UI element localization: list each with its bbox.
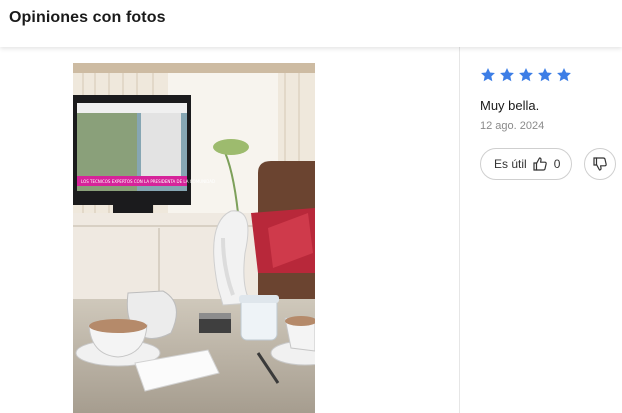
helpful-button[interactable]: Es útil 0 (480, 148, 572, 180)
helpful-count: 0 (553, 157, 561, 171)
star-icon (519, 68, 533, 82)
thumbs-down-icon (593, 157, 607, 171)
photo-pane: LOS TECNICOS EXPERTOS CON LA PRESIDENTA … (0, 47, 460, 413)
unhelpful-button[interactable] (584, 148, 616, 180)
star-rating (480, 67, 572, 83)
review-panel: Muy bella. 12 ago. 2024 Es útil 0 (460, 47, 622, 413)
page-title: Opiniones con fotos (9, 9, 166, 26)
photo-illustration: LOS TECNICOS EXPERTOS CON LA PRESIDENTA … (73, 63, 315, 413)
tv-banner-text: LOS TECNICOS EXPERTOS CON LA PRESIDENTA … (81, 179, 215, 184)
thumbs-up-icon (533, 157, 547, 171)
helpful-label: Es útil (494, 157, 527, 171)
star-icon (557, 68, 571, 82)
review-text: Muy bella. (480, 98, 540, 113)
review-date: 12 ago. 2024 (480, 120, 545, 132)
star-icon (500, 68, 514, 82)
star-icon (481, 68, 495, 82)
star-icon (538, 68, 552, 82)
page-header: Opiniones con fotos (0, 0, 622, 47)
review-photo[interactable]: LOS TECNICOS EXPERTOS CON LA PRESIDENTA … (73, 63, 315, 413)
